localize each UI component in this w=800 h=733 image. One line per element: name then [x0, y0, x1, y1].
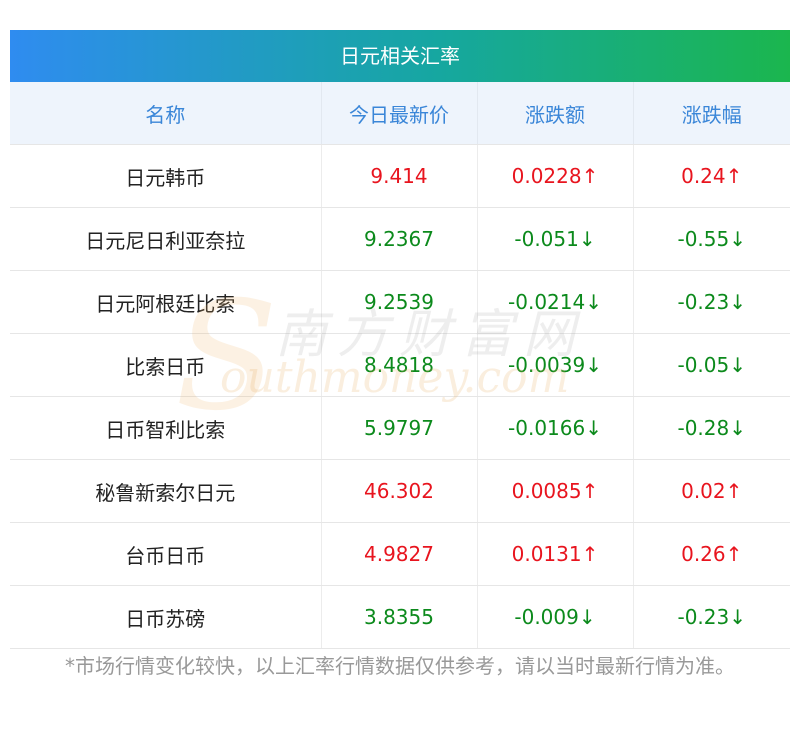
cell-pct: 0.26↑: [633, 522, 790, 586]
table-row: 秘鲁新索尔日元 46.302 0.0085↑ 0.02↑: [10, 459, 790, 523]
cell-pct: 0.02↑: [633, 459, 790, 523]
table-row: 日元尼日利亚奈拉 9.2367 -0.051↓ -0.55↓: [10, 207, 790, 271]
cell-name: 日币苏磅: [10, 585, 322, 649]
header-row: 名称 今日最新价 涨跌额 涨跌幅: [10, 82, 790, 145]
table-row: 台币日币 4.9827 0.0131↑ 0.26↑: [10, 522, 790, 586]
cell-pct: -0.23↓: [633, 270, 790, 334]
cell-change: -0.009↓: [477, 585, 634, 649]
cell-price: 3.8355: [321, 585, 478, 649]
cell-price: 46.302: [321, 459, 478, 523]
cell-name: 日元韩币: [10, 144, 322, 208]
cell-change: 0.0131↑: [477, 522, 634, 586]
cell-change: 0.0228↑: [477, 144, 634, 208]
header-pct: 涨跌幅: [633, 82, 790, 145]
cell-price: 9.2539: [321, 270, 478, 334]
cell-change: -0.0214↓: [477, 270, 634, 334]
cell-change: 0.0085↑: [477, 459, 634, 523]
table-row: 日元韩币 9.414 0.0228↑ 0.24↑: [10, 144, 790, 208]
cell-change: -0.051↓: [477, 207, 634, 271]
cell-pct: -0.28↓: [633, 396, 790, 460]
rates-panel: 日元相关汇率 名称 今日最新价 涨跌额 涨跌幅 日元韩币 9.414 0.0228↑…: [10, 30, 790, 649]
cell-pct: -0.05↓: [633, 333, 790, 397]
cell-change: -0.0039↓: [477, 333, 634, 397]
cell-price: 4.9827: [321, 522, 478, 586]
cell-price: 9.414: [321, 144, 478, 208]
cell-name: 比索日币: [10, 333, 322, 397]
header-name: 名称: [10, 82, 322, 145]
cell-price: 8.4818: [321, 333, 478, 397]
cell-name: 日币智利比索: [10, 396, 322, 460]
rates-table: 名称 今日最新价 涨跌额 涨跌幅 日元韩币 9.414 0.0228↑ 0.24↑ 日元…: [10, 82, 790, 649]
cell-price: 5.9797: [321, 396, 478, 460]
header-change: 涨跌额: [477, 82, 634, 145]
cell-pct: -0.55↓: [633, 207, 790, 271]
table-row: 日币苏磅 3.8355 -0.009↓ -0.23↓: [10, 585, 790, 649]
cell-pct: 0.24↑: [633, 144, 790, 208]
table-row: 比索日币 8.4818 -0.0039↓ -0.05↓: [10, 333, 790, 397]
cell-name: 秘鲁新索尔日元: [10, 459, 322, 523]
table-row: 日币智利比索 5.9797 -0.0166↓ -0.28↓: [10, 396, 790, 460]
cell-pct: -0.23↓: [633, 585, 790, 649]
table-row: 日元阿根廷比索 9.2539 -0.0214↓ -0.23↓: [10, 270, 790, 334]
cell-price: 9.2367: [321, 207, 478, 271]
cell-name: 台币日币: [10, 522, 322, 586]
table-title: 日元相关汇率: [10, 30, 790, 82]
footnote: *市场行情变化较快，以上汇率行情数据仅供参考，请以当时最新行情为准。: [65, 654, 735, 678]
cell-name: 日元尼日利亚奈拉: [10, 207, 322, 271]
cell-change: -0.0166↓: [477, 396, 634, 460]
header-price: 今日最新价: [321, 82, 478, 145]
cell-name: 日元阿根廷比索: [10, 270, 322, 334]
